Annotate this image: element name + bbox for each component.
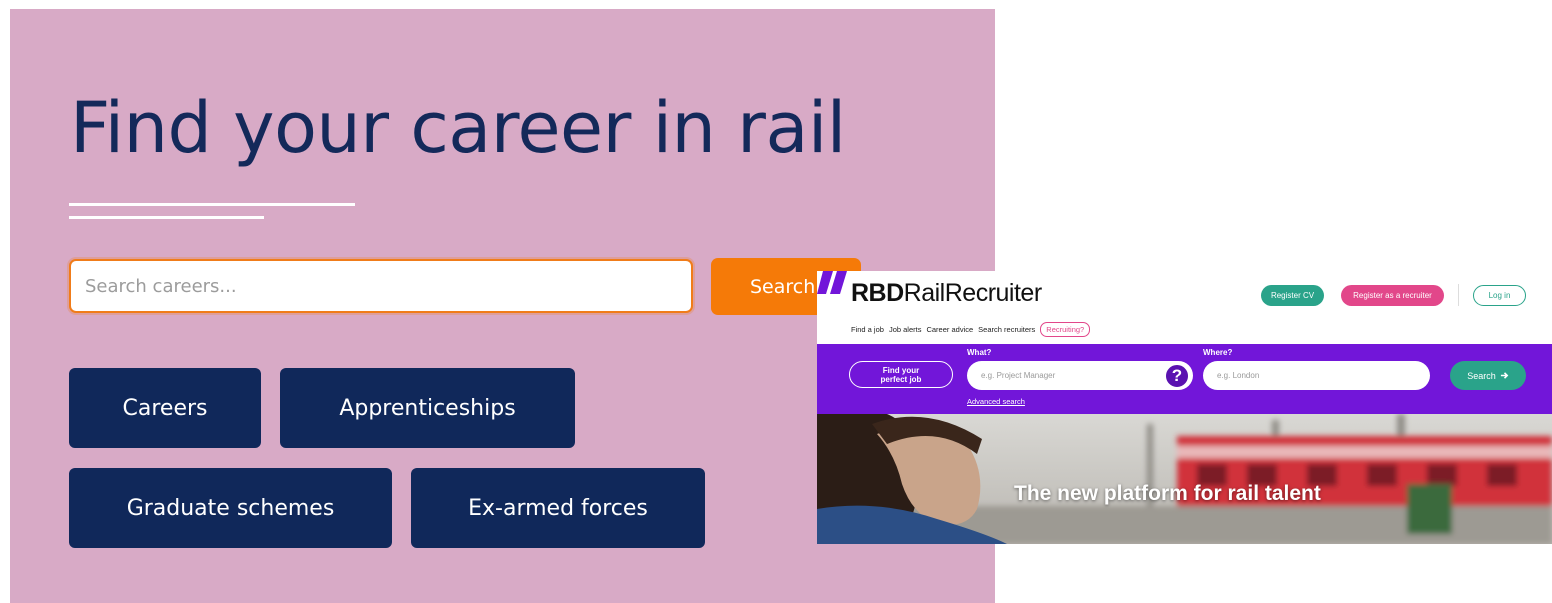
job-search-band: Find your perfect job What? ? Where? Sea… <box>817 344 1552 414</box>
logo-slashes-icon <box>817 271 847 294</box>
logo[interactable]: RBDRailRecruiter <box>851 279 1042 308</box>
hero-tagline: The new platform for rail talent <box>1014 482 1321 505</box>
nav-recruiting[interactable]: Recruiting? <box>1040 322 1091 337</box>
where-input[interactable] <box>1203 361 1430 390</box>
find-perfect-job-button[interactable]: Find your perfect job <box>849 361 953 388</box>
arrow-right-icon <box>1500 372 1509 379</box>
login-button[interactable]: Log in <box>1473 285 1526 306</box>
where-label: Where? <box>1203 348 1233 357</box>
nav-career-advice[interactable]: Career advice <box>926 325 973 334</box>
header-divider <box>1458 284 1459 306</box>
apprenticeships-button[interactable]: Apprenticeships <box>280 368 575 448</box>
graduate-schemes-button[interactable]: Graduate schemes <box>69 468 392 548</box>
station-photo <box>817 414 1552 544</box>
logo-regular: RailRecruiter <box>903 279 1042 307</box>
nav-job-alerts[interactable]: Job alerts <box>889 325 922 334</box>
logo-bold: RBD <box>851 279 904 307</box>
nav-find-a-job[interactable]: Find a job <box>851 325 884 334</box>
job-search-label: Search <box>1467 370 1496 381</box>
hero-image: The new platform for rail talent <box>817 414 1552 544</box>
register-recruiter-button[interactable]: Register as a recruiter <box>1341 285 1444 306</box>
help-icon[interactable]: ? <box>1165 364 1189 388</box>
careers-button[interactable]: Careers <box>69 368 261 448</box>
title-underline <box>69 203 355 206</box>
main-nav: Find a job Job alerts Career advice Sear… <box>851 322 1091 337</box>
rail-recruiter-screenshot: RBDRailRecruiter Register CV Register as… <box>817 271 1552 544</box>
what-label: What? <box>967 348 992 357</box>
ex-armed-forces-button[interactable]: Ex-armed forces <box>411 468 705 548</box>
advanced-search-link[interactable]: Advanced search <box>967 397 1025 406</box>
what-input[interactable] <box>967 361 1193 390</box>
job-search-button[interactable]: Search <box>1450 361 1526 390</box>
nav-search-recruiters[interactable]: Search recruiters <box>978 325 1035 334</box>
title-underline-short <box>69 216 264 219</box>
search-input[interactable] <box>69 259 693 313</box>
page-title: Find your career in rail <box>70 87 846 169</box>
register-cv-button[interactable]: Register CV <box>1261 285 1324 306</box>
